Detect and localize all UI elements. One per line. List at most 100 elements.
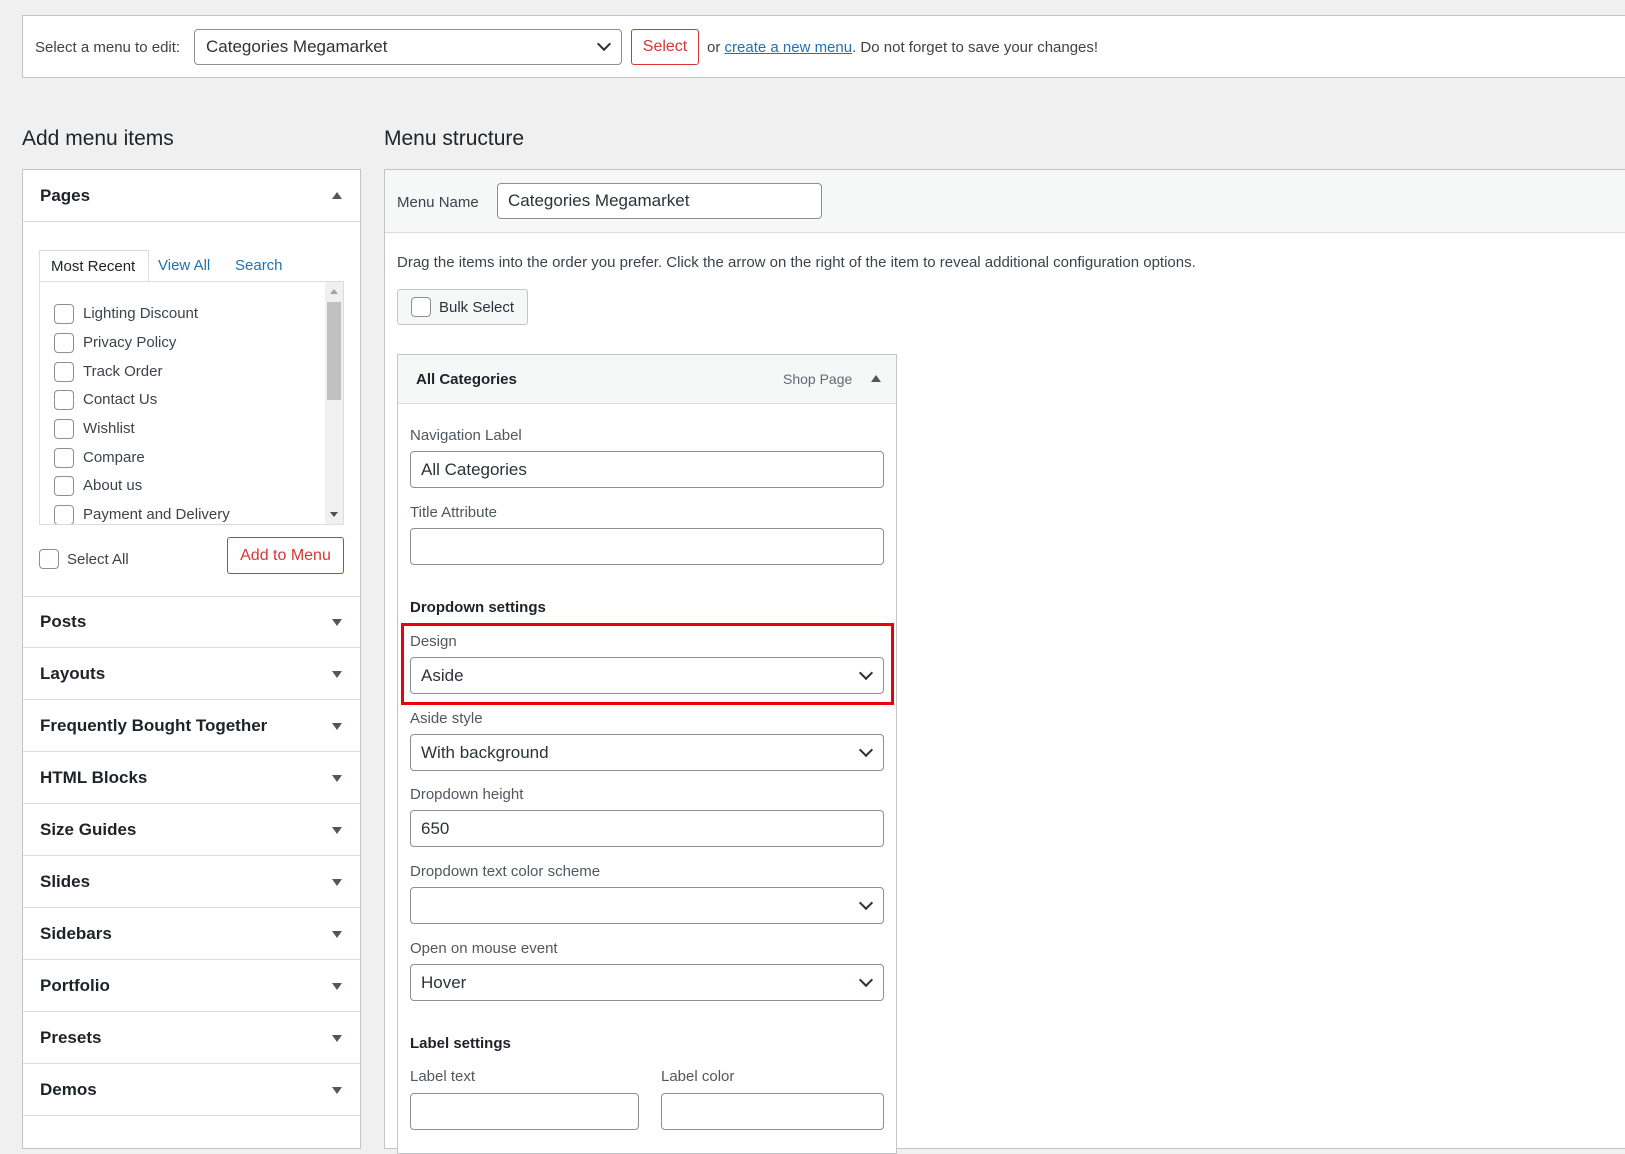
tab-search[interactable]: Search bbox=[235, 250, 283, 281]
dropdown-height-label: Dropdown height bbox=[410, 786, 524, 803]
checkbox[interactable] bbox=[39, 549, 59, 569]
sidebars-section-header[interactable]: Sidebars bbox=[23, 908, 360, 960]
bulk-select-checkbox[interactable] bbox=[411, 297, 431, 317]
aside-style-label: Aside style bbox=[410, 710, 483, 727]
mouse-event-select[interactable]: Hover bbox=[410, 964, 884, 1001]
checkbox[interactable] bbox=[54, 390, 74, 410]
text-color-scheme-label: Dropdown text color scheme bbox=[410, 863, 601, 880]
page-item-label: Contact Us bbox=[83, 391, 158, 408]
title-attribute-label: Title Attribute bbox=[410, 504, 497, 521]
menu-name-input[interactable]: Categories Megamarket bbox=[497, 183, 822, 219]
page-item-label: Payment and Delivery bbox=[83, 506, 230, 523]
layouts-section-header[interactable]: Layouts bbox=[23, 648, 360, 700]
aside-style-value: With background bbox=[421, 742, 549, 762]
checkbox[interactable] bbox=[54, 362, 74, 382]
menu-name-header: Menu Name Categories Megamarket bbox=[385, 170, 1625, 233]
expand-arrow-icon bbox=[332, 982, 342, 990]
menu-item-type: Shop Page bbox=[783, 371, 853, 387]
expand-arrow-icon bbox=[332, 826, 342, 834]
checkbox[interactable] bbox=[54, 419, 74, 439]
portfolio-section-header[interactable]: Portfolio bbox=[23, 960, 360, 1012]
menu-structure-heading: Menu structure bbox=[384, 127, 525, 150]
create-menu-note: or create a new menu. Do not forget to s… bbox=[707, 39, 1098, 56]
menu-item-title: All Categories bbox=[416, 371, 517, 388]
checkbox[interactable] bbox=[54, 476, 74, 496]
menu-select-dropdown[interactable]: Categories Megamarket bbox=[194, 29, 622, 65]
expand-arrow-icon bbox=[332, 722, 342, 730]
section-title: HTML Blocks bbox=[40, 767, 148, 787]
or-text: or bbox=[707, 39, 721, 56]
tab-view-all[interactable]: View All bbox=[158, 250, 210, 281]
menu-select-value: Categories Megamarket bbox=[206, 37, 388, 56]
page-item-label: Privacy Policy bbox=[83, 334, 177, 351]
save-note-text: . Do not forget to save your changes! bbox=[852, 39, 1099, 56]
label-text-input[interactable] bbox=[410, 1093, 639, 1130]
label-color-label: Label color bbox=[661, 1068, 735, 1085]
dropdown-height-value: 650 bbox=[421, 818, 450, 838]
nav-label-input[interactable]: All Categories bbox=[410, 451, 884, 488]
scroll-down-arrow-icon[interactable] bbox=[330, 512, 338, 517]
collapse-arrow-icon bbox=[332, 191, 342, 199]
slides-section-header[interactable]: Slides bbox=[23, 856, 360, 908]
tab-most-recent[interactable]: Most Recent bbox=[39, 250, 149, 281]
scroll-up-arrow-icon[interactable] bbox=[330, 289, 338, 294]
size-guides-section-header[interactable]: Size Guides bbox=[23, 804, 360, 856]
posts-section-header[interactable]: Posts bbox=[23, 596, 360, 648]
page-item-label: Lighting Discount bbox=[83, 305, 199, 322]
menu-item-all-categories: All Categories Shop Page Navigation Labe… bbox=[397, 354, 897, 1154]
presets-section-header[interactable]: Presets bbox=[23, 1012, 360, 1064]
checkbox[interactable] bbox=[54, 304, 74, 324]
page-item-label: Wishlist bbox=[83, 420, 135, 437]
expand-arrow-icon bbox=[332, 619, 342, 626]
pages-list-scrollbar[interactable] bbox=[325, 282, 343, 524]
bulk-select-label: Bulk Select bbox=[439, 299, 515, 316]
expand-arrow-icon bbox=[332, 774, 342, 782]
checkbox[interactable] bbox=[54, 505, 74, 524]
menu-select-bar: Select a menu to edit: Categories Megama… bbox=[22, 15, 1625, 78]
bulk-select-button[interactable]: Bulk Select bbox=[397, 289, 528, 325]
nav-label-value: All Categories bbox=[421, 459, 527, 479]
expand-arrow-icon bbox=[332, 878, 342, 886]
chevron-down-icon bbox=[858, 895, 874, 910]
select-menu-label: Select a menu to edit: bbox=[35, 39, 181, 56]
pages-section-header[interactable]: Pages bbox=[23, 170, 360, 222]
add-menu-items-heading: Add menu items bbox=[22, 127, 174, 150]
menu-item-header[interactable]: All Categories Shop Page bbox=[398, 355, 896, 404]
section-title: Layouts bbox=[40, 663, 106, 683]
dropdown-settings-heading: Dropdown settings bbox=[410, 599, 546, 616]
section-title: Presets bbox=[40, 1027, 102, 1047]
pages-list: Lighting Discount Privacy Policy Track O… bbox=[39, 281, 344, 525]
section-title: Frequently Bought Together bbox=[40, 715, 268, 735]
chevron-down-icon bbox=[596, 36, 612, 52]
title-attribute-input[interactable] bbox=[410, 528, 884, 565]
text-color-scheme-select[interactable] bbox=[410, 887, 884, 924]
aside-style-select[interactable]: With background bbox=[410, 734, 884, 771]
design-highlight-box bbox=[401, 623, 894, 705]
checkbox[interactable] bbox=[54, 448, 74, 468]
checkbox[interactable] bbox=[54, 333, 74, 353]
section-title: Portfolio bbox=[40, 975, 110, 995]
demos-section-header[interactable]: Demos bbox=[23, 1064, 360, 1116]
expand-arrow-icon bbox=[332, 1034, 342, 1042]
html-blocks-section-header[interactable]: HTML Blocks bbox=[23, 752, 360, 804]
select-button[interactable]: Select bbox=[631, 29, 699, 65]
create-new-menu-link[interactable]: create a new menu bbox=[725, 39, 853, 56]
scrollbar-thumb[interactable] bbox=[327, 302, 341, 400]
page-item-label: Compare bbox=[83, 449, 145, 466]
instructions-text: Drag the items into the order you prefer… bbox=[397, 254, 1196, 271]
page-item-label: About us bbox=[83, 477, 143, 494]
mouse-event-value: Hover bbox=[421, 972, 467, 992]
nav-label-label: Navigation Label bbox=[410, 427, 522, 444]
section-title: Slides bbox=[40, 871, 91, 891]
menu-structure-panel: Menu Name Categories Megamarket Drag the… bbox=[384, 169, 1625, 1154]
add-to-menu-button[interactable]: Add to Menu bbox=[227, 537, 344, 574]
section-title: Sidebars bbox=[40, 923, 112, 943]
label-color-input[interactable] bbox=[661, 1093, 884, 1130]
chevron-down-icon bbox=[858, 742, 874, 757]
dropdown-height-input[interactable]: 650 bbox=[410, 810, 884, 847]
mouse-event-label: Open on mouse event bbox=[410, 940, 558, 957]
expand-arrow-icon bbox=[332, 1086, 342, 1094]
pages-section-title: Pages bbox=[40, 185, 91, 205]
item-collapse-arrow-icon[interactable] bbox=[871, 375, 881, 382]
frequently-bought-section-header[interactable]: Frequently Bought Together bbox=[23, 700, 360, 752]
